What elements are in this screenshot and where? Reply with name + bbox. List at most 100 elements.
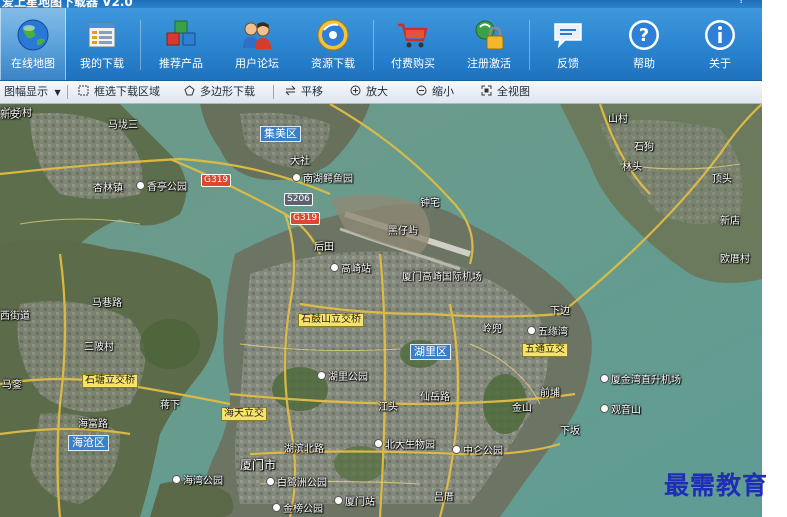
- pan-icon: [285, 85, 296, 96]
- map-label: 江头: [378, 402, 398, 413]
- toolbar-button-help[interactable]: ? 帮助: [614, 8, 674, 80]
- map-label: 岭兜: [482, 324, 502, 335]
- map-label: 山村: [608, 114, 628, 125]
- map-view[interactable]: 集美区 湖里区 海沧区 G319 S206 G319 石鼓山立交桥 五通立交 前…: [0, 104, 762, 517]
- toolbar-separator: [67, 85, 68, 99]
- toolbar-button-feedback[interactable]: 反馈: [538, 8, 598, 80]
- toolbar-button-register-activate[interactable]: 注册激活: [456, 8, 522, 80]
- disc-icon: [317, 19, 349, 51]
- toolbar-label: 在线地图: [11, 57, 55, 70]
- toolbar-label: 注册激活: [467, 57, 511, 70]
- highway-shield-g319: G319: [201, 174, 232, 187]
- map-label: 前埔: [540, 388, 560, 399]
- zoom-in-button[interactable]: 放大: [350, 81, 388, 103]
- map-label: 杏林镇: [93, 183, 123, 194]
- app-window: 爱上星地图下载器 V2.0 ? 在线地图 我的下载 推荐产品 用户论坛 资源下载…: [0, 0, 762, 517]
- map-label: 观音山: [600, 401, 641, 416]
- toolbar-label: 关于: [709, 57, 731, 70]
- polygon-icon: [184, 85, 195, 96]
- map-label: 北大生物园: [374, 436, 435, 451]
- full-extent-icon: [481, 85, 492, 96]
- chevron-down-icon: ▼: [54, 88, 61, 97]
- map-label: 后田: [314, 242, 334, 253]
- map-label: 新店: [720, 216, 740, 227]
- toolbar-button-my-downloads[interactable]: 我的下载: [70, 8, 134, 80]
- display-mode-dropdown[interactable]: 图幅显示 ▼: [4, 81, 61, 103]
- map-label: 厦门站: [334, 493, 375, 508]
- question-icon: ?: [629, 20, 659, 50]
- map-label: 新安: [0, 110, 20, 121]
- map-label: 马垅三: [108, 120, 138, 131]
- map-label: 林头: [622, 162, 642, 173]
- district-label-huli: 湖里区: [410, 344, 451, 360]
- map-label: 五缘湾: [527, 323, 568, 338]
- polygon-download-button[interactable]: 多边形下载: [184, 81, 255, 103]
- main-toolbar: 在线地图 我的下载 推荐产品 用户论坛 资源下载 付费购买 注册激活 反馈 ? …: [0, 8, 762, 81]
- highway-shield-s206: S206: [284, 193, 313, 206]
- map-label: 蒋下: [160, 400, 180, 411]
- map-label: 西街道: [0, 311, 30, 322]
- lock-icon: [475, 20, 504, 50]
- map-label: 下边: [550, 306, 570, 317]
- toolbar-label: 付费购买: [391, 57, 435, 70]
- interchange-label: 石塘立交桥: [82, 374, 138, 388]
- map-label: 下坂: [560, 426, 580, 437]
- toolbar-label: 资源下载: [311, 57, 355, 70]
- map-label: 黑仔屿: [388, 226, 418, 237]
- zoom-in-label: 放大: [366, 85, 388, 98]
- display-mode-label: 图幅显示: [4, 85, 48, 98]
- cubes-icon: [166, 20, 196, 46]
- zoom-in-icon: [350, 85, 361, 96]
- map-label: 海湾公园: [172, 472, 223, 487]
- toolbar-button-about[interactable]: 关于: [690, 8, 750, 80]
- map-label: 仙岳路: [420, 392, 450, 403]
- map-label: 顶头: [712, 174, 732, 185]
- watermark-text: 最需教育: [664, 471, 769, 500]
- zoom-out-button[interactable]: 缩小: [416, 81, 454, 103]
- toolbar-label: 反馈: [557, 57, 579, 70]
- rect-select-label: 框选下载区域: [94, 85, 160, 98]
- rect-select-icon: [78, 85, 89, 96]
- globe-icon: [17, 19, 49, 51]
- map-label: 石狗: [634, 142, 654, 153]
- map-label: 高崎站: [330, 260, 371, 275]
- full-extent-label: 全视图: [497, 85, 530, 98]
- toolbar-button-purchase[interactable]: 付费购买: [380, 8, 446, 80]
- highway-shield-g319: G319: [290, 212, 321, 225]
- toolbar-separator: [140, 20, 141, 70]
- toolbar-label: 推荐产品: [159, 57, 203, 70]
- pan-button[interactable]: 平移: [285, 81, 323, 103]
- interchange-label: 石鼓山立交桥: [298, 313, 364, 327]
- title-bar: 爱上星地图下载器 V2.0 ?: [0, 0, 762, 9]
- map-label: 香亭公园: [136, 178, 187, 193]
- zoom-out-label: 缩小: [432, 85, 454, 98]
- toolbar-button-resource-download[interactable]: 资源下载: [300, 8, 366, 80]
- rect-select-download-button[interactable]: 框选下载区域: [78, 81, 160, 103]
- toolbar-separator: [373, 20, 374, 70]
- polygon-download-label: 多边形下载: [200, 85, 255, 98]
- map-label: 欧厝村: [720, 254, 750, 265]
- info-icon: [705, 20, 735, 50]
- map-label: 马巷路: [92, 298, 122, 309]
- map-label: 马銮: [2, 380, 22, 391]
- map-label: 三陂村: [84, 342, 114, 353]
- cart-icon: [398, 23, 428, 48]
- toolbar-button-online-map[interactable]: 在线地图: [0, 8, 66, 80]
- map-label: 厦门高崎国际机场: [402, 272, 482, 283]
- toolbar-label: 我的下载: [80, 57, 124, 70]
- toolbar-button-recommended-products[interactable]: 推荐产品: [148, 8, 214, 80]
- map-label: 金山: [512, 403, 532, 414]
- map-label: 金榜公园: [272, 500, 323, 515]
- toolbar-button-user-forum[interactable]: 用户论坛: [224, 8, 290, 80]
- chat-bubble-icon: [554, 23, 582, 49]
- interchange-label: 海天立交: [221, 407, 267, 421]
- right-blank-strip: [762, 0, 787, 517]
- district-label-jimei: 集美区: [260, 126, 301, 142]
- help-icon[interactable]: ?: [739, 0, 744, 6]
- map-label: 南湖鳄鱼园: [292, 170, 353, 185]
- full-extent-button[interactable]: 全视图: [481, 81, 530, 103]
- svg-text:?: ?: [639, 25, 649, 46]
- users-icon: [243, 22, 271, 49]
- map-label: 白鹭洲公园: [266, 474, 327, 489]
- map-label: 吕厝: [434, 492, 454, 503]
